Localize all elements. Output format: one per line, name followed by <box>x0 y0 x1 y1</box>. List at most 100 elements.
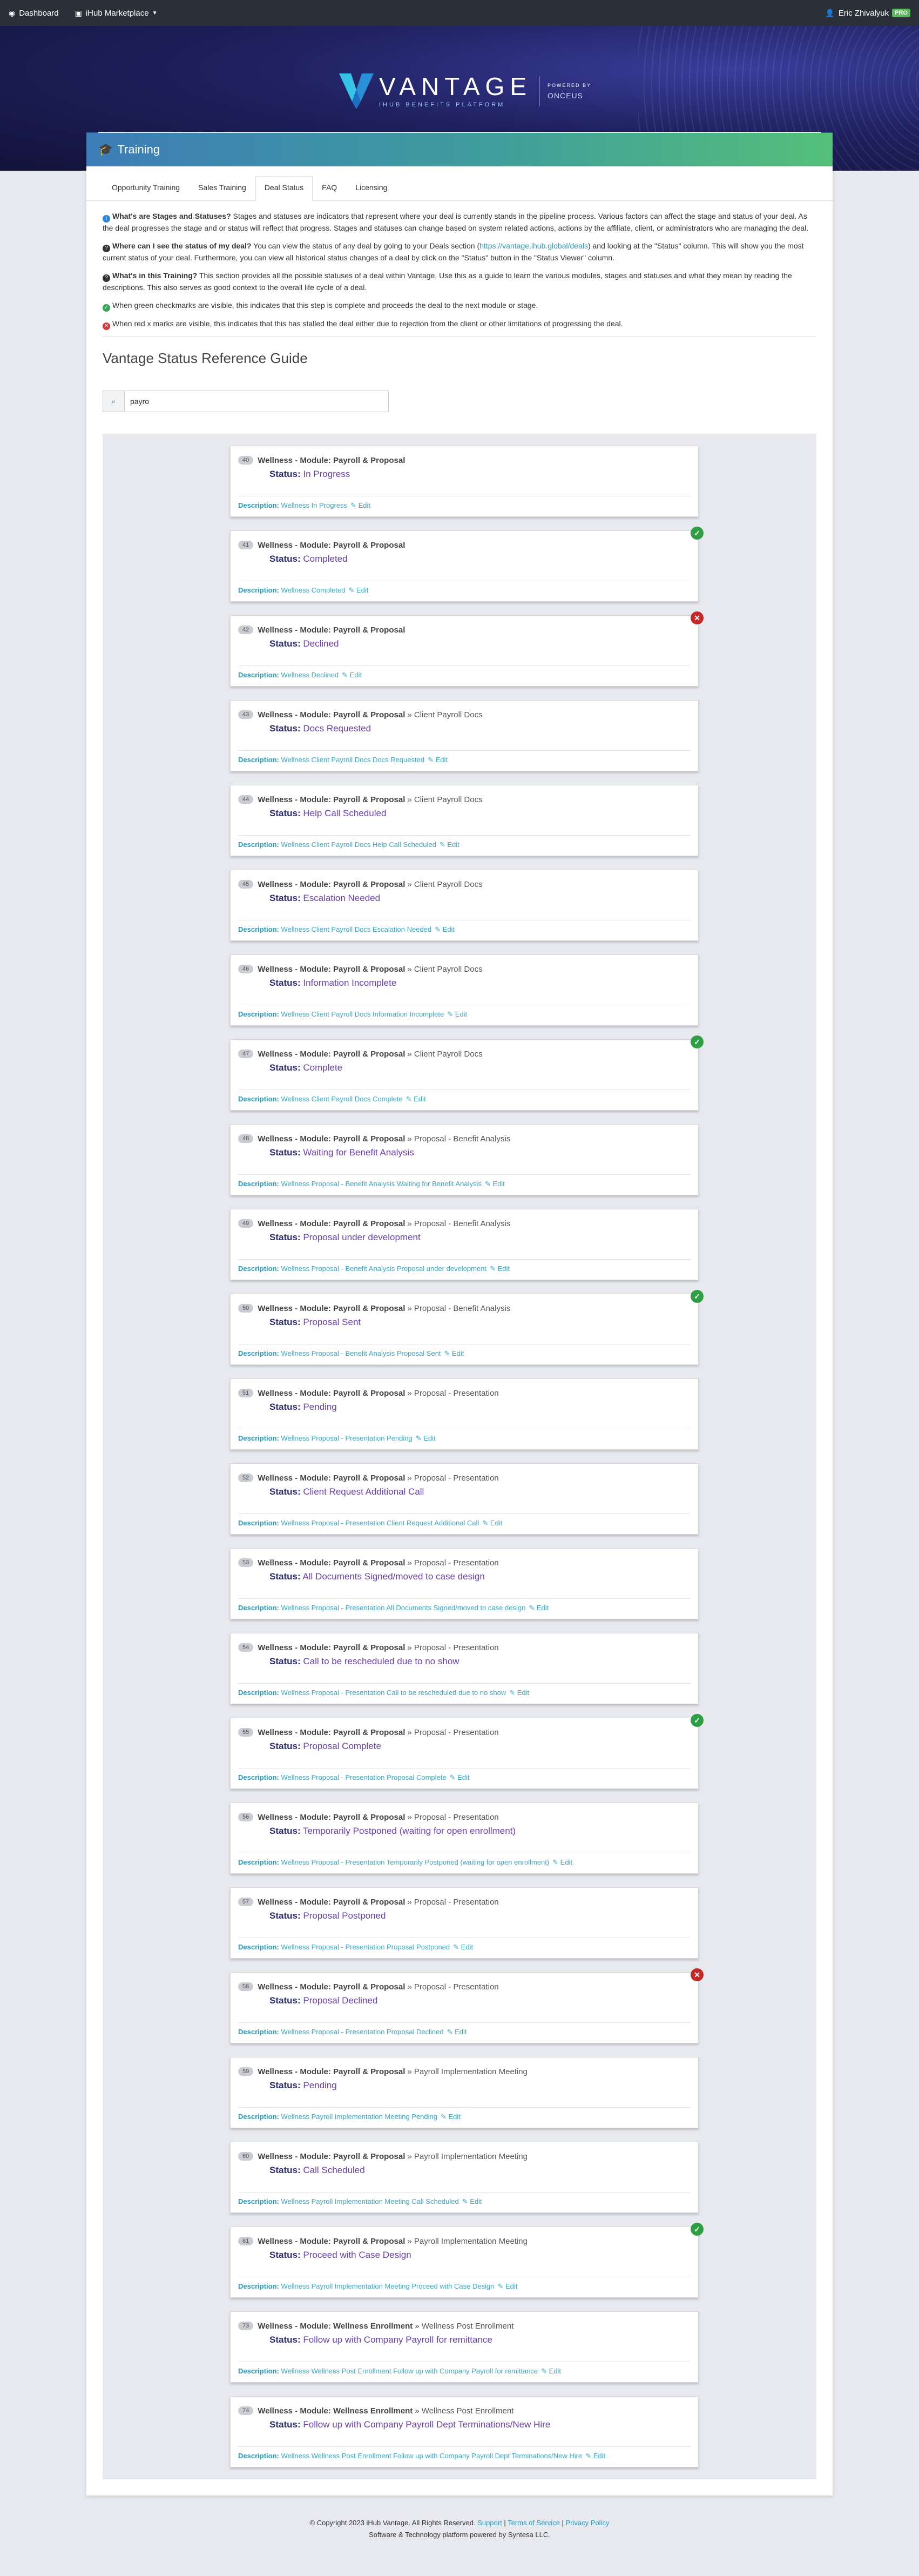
top-bar: ◉ Dashboard ▣ iHub Marketplace ▼ 👤 Eric … <box>0 0 919 26</box>
powered-by-footer: Software & Technology platform powered b… <box>369 2531 550 2539</box>
tab-opportunity-training[interactable]: Opportunity Training <box>103 176 189 200</box>
edit-label: Edit <box>560 1858 573 1866</box>
edit-button[interactable]: ✎ Edit <box>441 2113 461 2121</box>
edit-button[interactable]: ✎ Edit <box>462 2197 482 2205</box>
edit-label: Edit <box>461 1943 474 1951</box>
status-card: 57 Wellness - Module: Payroll & Proposal»… <box>230 1887 699 1959</box>
edit-button[interactable]: ✎ Edit <box>529 1604 549 1612</box>
deals-link[interactable]: https://vantage.ihub.global/deals <box>479 241 588 250</box>
status-number-badge: 50 <box>238 1304 254 1313</box>
search-input[interactable] <box>125 391 388 412</box>
description-label: Description: <box>238 756 279 764</box>
status-value: Information Incomplete <box>303 978 397 988</box>
status-line: Status: Docs Requested <box>269 723 691 734</box>
footer: © Copyright 2023 iHub Vantage. All Right… <box>0 2517 919 2541</box>
description-label: Description: <box>238 586 279 594</box>
edit-button[interactable]: ✎ Edit <box>444 1349 464 1357</box>
edit-button[interactable]: ✎ Edit <box>435 925 455 933</box>
description-label: Description: <box>238 1095 279 1103</box>
status-label: Status: <box>269 469 301 479</box>
edit-button[interactable]: ✎ Edit <box>447 2028 467 2036</box>
edit-button[interactable]: ✎ Edit <box>440 840 460 849</box>
training-tabs: Opportunity Training Sales Training Deal S… <box>86 166 833 201</box>
card-divider <box>238 1683 691 1684</box>
card-heading: 46 Wellness - Module: Payroll & Proposal»… <box>238 964 691 974</box>
user-menu[interactable]: 👤 Eric Zhivalyuk PRO <box>825 9 910 18</box>
status-label: Status: <box>269 2080 301 2090</box>
edit-icon: ✎ <box>541 2367 549 2375</box>
status-card: 56 Wellness - Module: Payroll & Proposal»… <box>230 1802 699 1874</box>
edit-label: Edit <box>452 1349 464 1357</box>
card-heading: 49 Wellness - Module: Payroll & Proposal»… <box>238 1218 691 1229</box>
edit-button[interactable]: ✎ Edit <box>342 671 362 679</box>
edit-label: Edit <box>549 2367 562 2375</box>
status-label: Status: <box>269 2250 301 2260</box>
status-value: Call Scheduled <box>303 2165 365 2175</box>
edit-button[interactable]: ✎ Edit <box>406 1095 426 1103</box>
status-label: Status: <box>269 2165 301 2175</box>
description-label: Description: <box>238 501 279 509</box>
status-number-badge: 41 <box>238 541 254 549</box>
edit-button[interactable]: ✎ Edit <box>447 1010 467 1018</box>
edit-label: Edit <box>593 2452 606 2460</box>
edit-button[interactable]: ✎ Edit <box>453 1943 473 1951</box>
stage-name: » Client Payroll Docs <box>407 1049 483 1059</box>
module-name: Wellness - Module: Payroll & Proposal <box>258 1727 406 1737</box>
card-heading: 55 Wellness - Module: Payroll & Proposal»… <box>238 1727 691 1738</box>
dashboard-link[interactable]: ◉ Dashboard <box>9 9 59 18</box>
module-name: Wellness - Module: Payroll & Proposal <box>258 710 406 719</box>
tab-licensing[interactable]: Licensing <box>346 176 396 200</box>
description-value: Wellness Payroll Implementation Meeting … <box>281 2197 459 2205</box>
description-label: Description: <box>238 2367 279 2375</box>
edit-button[interactable]: ✎ Edit <box>450 1773 470 1781</box>
card-divider <box>238 1089 691 1090</box>
stage-name: » Wellness Post Enrollment <box>415 2321 514 2331</box>
status-line: Status: Escalation Needed <box>269 893 691 904</box>
status-value: Proposal under development <box>303 1232 421 1242</box>
stage-name: » Proposal - Presentation <box>407 1727 499 1737</box>
search-icon: ⌕ <box>103 391 125 412</box>
stage-name: » Client Payroll Docs <box>407 964 483 974</box>
module-name: Wellness - Module: Payroll & Proposal <box>258 879 406 889</box>
description-value: Wellness Proposal - Presentation Proposa… <box>281 1773 447 1781</box>
stage-name: » Proposal - Benefit Analysis <box>407 1134 511 1144</box>
stage-name: » Proposal - Benefit Analysis <box>407 1219 511 1228</box>
status-value: In Progress <box>303 469 350 479</box>
edit-button[interactable]: ✎ Edit <box>552 1858 572 1866</box>
status-card: 59 Wellness - Module: Payroll & Proposal»… <box>230 2057 699 2128</box>
description-line: Description: Wellness In Progress ✎ Edit <box>238 501 370 510</box>
marketplace-dropdown[interactable]: ▣ iHub Marketplace ▼ <box>75 9 158 18</box>
edit-button[interactable]: ✎ Edit <box>585 2452 605 2460</box>
edit-button[interactable]: ✎ Edit <box>416 1434 436 1442</box>
status-label: Status: <box>269 1911 301 1921</box>
edit-button[interactable]: ✎ Edit <box>497 2282 517 2290</box>
edit-button[interactable]: ✎ Edit <box>509 1689 529 1697</box>
tab-deal-status[interactable]: Deal Status <box>255 176 313 201</box>
edit-icon: ✎ <box>447 2028 455 2036</box>
edit-button[interactable]: ✎ Edit <box>348 586 368 594</box>
card-heading: 47 Wellness - Module: Payroll & Proposal»… <box>238 1048 691 1059</box>
terms-link[interactable]: Terms of Service <box>508 2519 560 2527</box>
edit-button[interactable]: ✎ Edit <box>350 501 370 509</box>
edit-button[interactable]: ✎ Edit <box>485 1180 505 1188</box>
description-value: Wellness Payroll Implementation Meeting … <box>281 2282 495 2290</box>
intro-green: When green checkmarks are visible, this … <box>112 301 538 310</box>
description-label: Description: <box>238 2028 279 2036</box>
edit-button[interactable]: ✎ Edit <box>428 756 448 764</box>
module-name: Wellness - Module: Payroll & Proposal <box>258 1219 406 1228</box>
x-mark-icon: ✕ <box>691 1968 704 1981</box>
module-name: Wellness - Module: Wellness Enrollment <box>258 2321 413 2331</box>
tab-sales-training[interactable]: Sales Training <box>189 176 255 200</box>
privacy-link[interactable]: Privacy Policy <box>566 2519 610 2527</box>
card-heading: 50 Wellness - Module: Payroll & Proposal»… <box>238 1303 691 1314</box>
tab-faq[interactable]: FAQ <box>313 176 346 200</box>
edit-button[interactable]: ✎ Edit <box>541 2367 561 2375</box>
edit-button[interactable]: ✎ Edit <box>482 1519 502 1527</box>
card-heading: 48 Wellness - Module: Payroll & Proposal»… <box>238 1133 691 1144</box>
status-value: Help Call Scheduled <box>303 808 387 818</box>
card-heading: 57 Wellness - Module: Payroll & Proposal»… <box>238 1896 691 1907</box>
edit-label: Edit <box>349 671 362 679</box>
edit-button[interactable]: ✎ Edit <box>490 1265 510 1273</box>
support-link[interactable]: Support <box>477 2519 502 2527</box>
edit-label: Edit <box>457 1773 470 1781</box>
